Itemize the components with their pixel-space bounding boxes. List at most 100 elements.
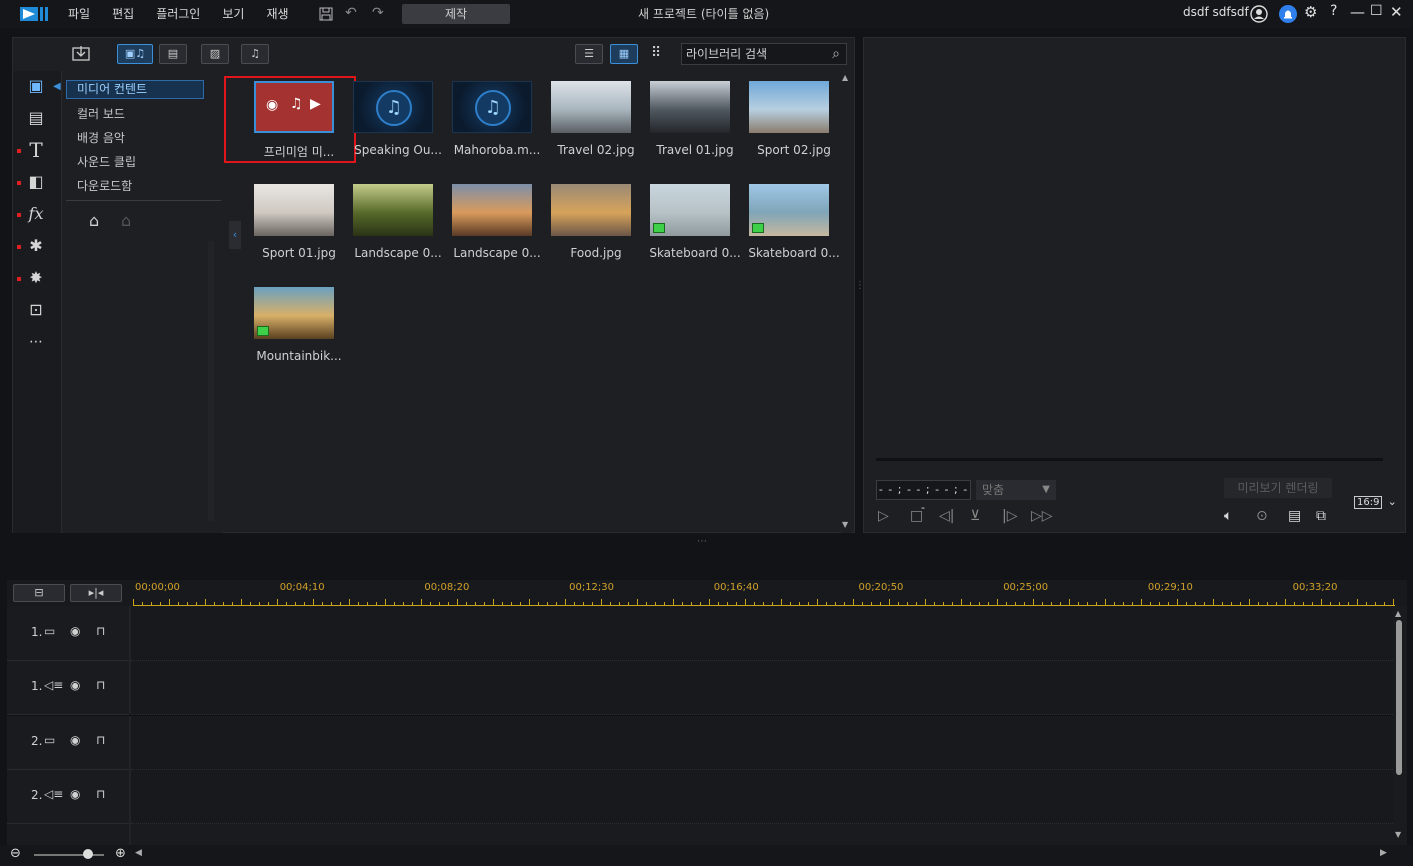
remove-tag-icon[interactable]: ⌂ (121, 211, 131, 230)
volume-icon[interactable]: 🔈︎ (1224, 508, 1232, 524)
track-lock-icon[interactable]: ⊓ (96, 787, 105, 801)
track-visibility-eye-icon[interactable]: ◉ (70, 624, 80, 638)
subtitle-icon[interactable]: ▤ (1288, 508, 1301, 524)
preview-seek-bar[interactable] (876, 458, 1383, 461)
track-header-audio[interactable]: 1. ◁≡ ◉ ⊓ (7, 661, 129, 715)
media-item-photo[interactable]: Landscape 0... (447, 184, 541, 274)
media-item-video[interactable]: Skateboard 0... (744, 184, 840, 274)
track-header-video[interactable]: 1. ▭ ◉ ⊓ (7, 607, 129, 661)
menu-play[interactable]: 재생 (266, 5, 288, 22)
category-scrollbar[interactable] (208, 241, 214, 521)
splitter-handle-icon[interactable]: ⋯ (697, 536, 707, 547)
track-header-video[interactable]: 2. ▭ ◉ ⊓ (7, 716, 129, 770)
media-item-photo[interactable]: Travel 01.jpg (645, 81, 735, 171)
more-rooms-icon[interactable]: ⋯ (25, 331, 47, 353)
maximize-icon[interactable]: ☐ (1370, 3, 1383, 19)
previous-frame-icon[interactable]: ◁| (939, 508, 954, 524)
minimize-icon[interactable]: — (1350, 3, 1365, 21)
category-downloaded[interactable]: 다운로드함 (77, 177, 132, 194)
track-visibility-eye-icon[interactable]: ◉ (70, 678, 80, 692)
track-lane[interactable] (131, 607, 1393, 661)
category-sound-clips[interactable]: 사운드 클립 (77, 153, 136, 170)
pip-object-room-icon[interactable]: ✱ (25, 235, 47, 257)
thumbnail-size-icon[interactable]: ⠿ (651, 45, 661, 61)
zoom-in-icon[interactable]: ⊕ (115, 846, 126, 861)
play-icon[interactable]: ▷ (878, 508, 889, 524)
track-header-audio[interactable]: 2. ◁≡ ◉ ⊓ (7, 770, 129, 824)
user-name[interactable]: dsdf sdfsdf (1183, 5, 1249, 19)
category-media-content[interactable]: 미디어 컨텐트 (66, 80, 204, 99)
transition-room-icon[interactable]: ◧ (25, 171, 47, 193)
media-room-icon[interactable]: ▣ (25, 75, 47, 97)
scroll-up-icon[interactable]: ▲ (842, 73, 848, 82)
undo-icon[interactable]: ↶ (345, 5, 357, 21)
zoom-out-icon[interactable]: ⊖ (10, 846, 21, 861)
timeline-vertical-scrollbar[interactable]: ▲ ▼ (1394, 609, 1404, 842)
media-filter-all-button[interactable]: ▣♫ (117, 44, 153, 64)
category-background-music[interactable]: 배경 음악 (77, 129, 125, 146)
vertical-splitter-icon[interactable]: ⋮ (855, 280, 865, 291)
timeline-ruler[interactable]: 00;00;00 00;04;10 00;08;20 00;12;30 00;16;40… (133, 580, 1395, 606)
split-icon[interactable]: ⊻ (970, 508, 980, 524)
scrollbar-thumb[interactable] (1396, 620, 1402, 775)
aspect-ratio-select[interactable]: 16:9 ⌄ (1354, 495, 1399, 509)
snapshot-icon[interactable]: ⊙ (1256, 508, 1268, 524)
scroll-left-icon[interactable]: ◀ (135, 848, 142, 858)
media-filter-image-button[interactable]: ▨ (201, 44, 229, 64)
media-scrollbar[interactable]: ▲ ▼ (841, 73, 851, 533)
menu-edit[interactable]: 편집 (112, 5, 134, 22)
media-item-photo[interactable]: Sport 01.jpg (249, 184, 339, 274)
media-item-video[interactable]: Mountainbik... (249, 287, 342, 377)
close-icon[interactable]: ✕ (1390, 3, 1403, 21)
help-icon[interactable]: ? (1330, 3, 1337, 19)
media-item-video[interactable]: Skateboard 0... (645, 184, 741, 274)
media-item-music[interactable]: ♫ Mahoroba.m... (447, 81, 540, 171)
scroll-up-icon[interactable]: ▲ (1395, 609, 1401, 618)
import-media-icon[interactable] (71, 45, 93, 63)
track-lane[interactable] (131, 661, 1393, 715)
user-account-icon[interactable] (1250, 5, 1268, 23)
save-icon[interactable] (318, 6, 334, 22)
add-tag-icon[interactable]: ⌂ (89, 211, 99, 230)
template-room-icon[interactable]: ▤ (25, 107, 47, 129)
grid-view-button[interactable]: ▦ (610, 44, 638, 64)
search-icon[interactable]: ⌕ (832, 44, 840, 64)
stop-icon[interactable]: □ (910, 508, 923, 524)
zoom-slider-handle[interactable] (83, 849, 93, 859)
title-room-icon[interactable]: T (25, 139, 47, 161)
media-item-photo[interactable]: Travel 02.jpg (546, 81, 636, 171)
undock-icon[interactable]: ⧉ (1316, 508, 1326, 524)
settings-gear-icon[interactable]: ⚙ (1304, 3, 1317, 21)
zoom-slider-track[interactable] (34, 854, 104, 856)
produce-button[interactable]: 제작 (402, 4, 510, 24)
category-color-board[interactable]: 컬러 보드 (77, 105, 125, 122)
render-preview-button[interactable]: 미리보기 렌더링 (1224, 478, 1332, 498)
menu-file[interactable]: 파일 (68, 5, 90, 22)
fast-forward-icon[interactable]: ▷▷ (1031, 508, 1053, 524)
zoom-fit-select[interactable]: 맞춤 ▼ (976, 480, 1056, 500)
media-filter-audio-button[interactable]: ♫ (241, 44, 269, 64)
media-item-photo[interactable]: Sport 02.jpg (744, 81, 834, 171)
notification-icon[interactable] (1279, 5, 1297, 23)
storyboard-view-button[interactable]: ▸|◂ (70, 584, 122, 602)
next-frame-icon[interactable]: |▷ (1002, 508, 1017, 524)
track-visibility-eye-icon[interactable]: ◉ (70, 733, 80, 747)
library-search-input[interactable]: 라이브러리 검색 ⌕ (681, 43, 847, 65)
track-lane[interactable] (131, 770, 1393, 824)
track-lane[interactable] (131, 716, 1393, 770)
list-view-button[interactable]: ☰ (575, 44, 603, 64)
media-item-music[interactable]: ♫ Speaking Ou... (348, 81, 442, 171)
track-lock-icon[interactable]: ⊓ (96, 678, 105, 692)
effect-room-icon[interactable]: fx (25, 203, 47, 225)
subtitle-room-icon[interactable]: ⊡ (25, 299, 47, 321)
redo-icon[interactable]: ↷ (372, 5, 384, 21)
track-visibility-eye-icon[interactable]: ◉ (70, 787, 80, 801)
media-filter-video-button[interactable]: ▤ (159, 44, 187, 64)
track-lock-icon[interactable]: ⊓ (96, 733, 105, 747)
scroll-down-icon[interactable]: ▼ (842, 520, 848, 529)
timecode-display[interactable]: - - ; - - ; - - ; - - (876, 480, 971, 514)
timeline-view-button[interactable]: ⊟ (13, 584, 65, 602)
scroll-down-icon[interactable]: ▼ (1395, 830, 1401, 839)
particle-room-icon[interactable]: ✸ (25, 267, 47, 289)
collapse-panel-icon[interactable]: ‹ (229, 221, 241, 249)
